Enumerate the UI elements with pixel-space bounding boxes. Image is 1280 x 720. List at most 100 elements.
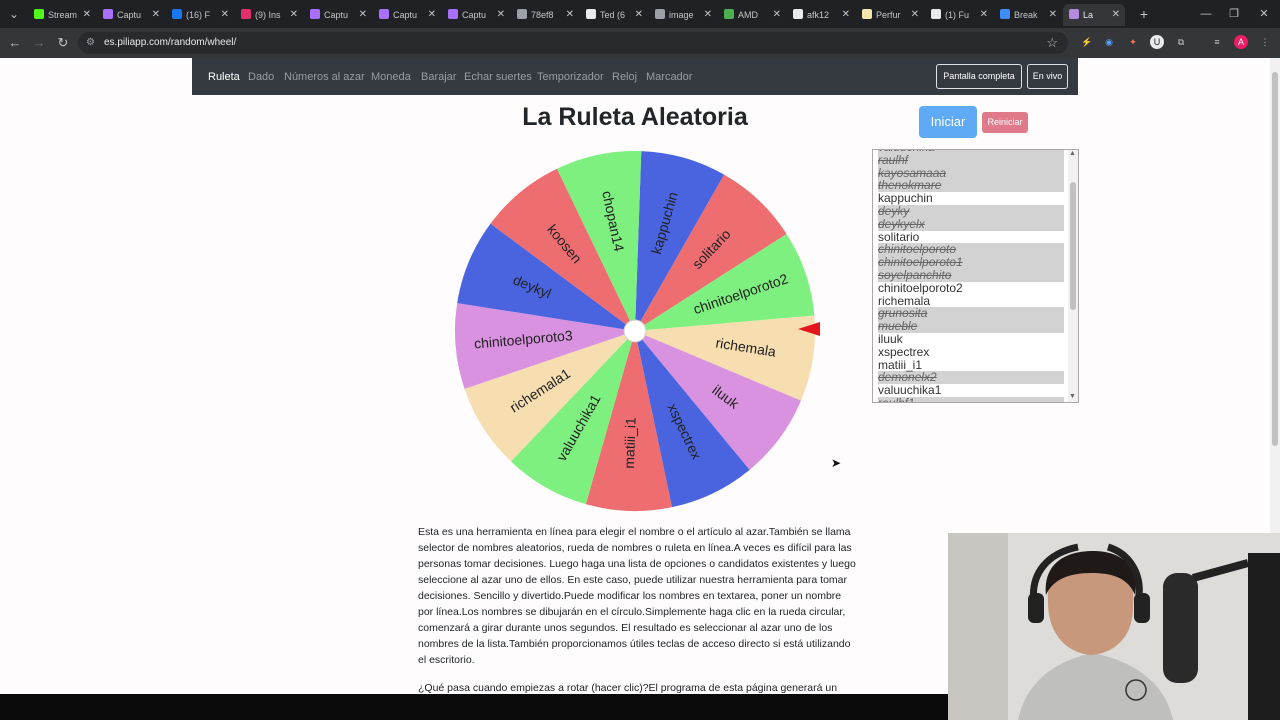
scroll-up-icon[interactable]: ▲ — [1069, 150, 1076, 157]
live-button[interactable]: En vivo — [1027, 64, 1068, 89]
browser-tab[interactable]: Ted (6 ✕ — [580, 4, 648, 26]
nav-link-moneda[interactable]: Moneda — [371, 70, 411, 84]
tab-close-icon[interactable]: ✕ — [773, 4, 781, 26]
browser-tab[interactable]: Stream ✕ — [28, 4, 96, 26]
nav-link-echar-suertes[interactable]: Echar suertes — [464, 70, 532, 84]
extension-icon[interactable]: ⚡ — [1080, 35, 1094, 49]
tab-close-icon[interactable]: ✕ — [152, 4, 160, 26]
browser-tab[interactable]: image ✕ — [649, 4, 717, 26]
tab-title: (9) Ins — [255, 10, 281, 20]
profile-avatar[interactable]: A — [1234, 35, 1248, 49]
scroll-down-icon[interactable]: ▼ — [1069, 393, 1076, 400]
reset-button[interactable]: Reiniciar — [982, 112, 1028, 133]
tab-close-icon[interactable]: ✕ — [428, 4, 436, 26]
name-text: deykyelx — [878, 216, 925, 231]
reading-list-icon[interactable]: ≡ — [1210, 35, 1224, 49]
tab-favicon-icon — [103, 9, 113, 19]
bookmark-star-icon[interactable]: ☆ — [1046, 35, 1058, 51]
tab-close-icon[interactable]: ✕ — [842, 4, 850, 26]
extension-icon[interactable]: ✦ — [1126, 35, 1140, 49]
browser-tab[interactable]: Break ✕ — [994, 4, 1062, 26]
tab-close-icon[interactable]: ✕ — [83, 4, 91, 26]
minimize-icon[interactable]: — — [1194, 4, 1218, 24]
tab-title: Perfur — [876, 10, 901, 20]
site-info-icon[interactable]: ⚙ — [86, 36, 100, 50]
tab-close-icon[interactable]: ✕ — [1049, 4, 1057, 26]
name-line: xspectrex — [873, 345, 1068, 359]
address-bar[interactable]: ⚙ es.piliapp.com/random/wheel/ ☆ — [78, 32, 1068, 54]
nav-link-numeros[interactable]: Números al azar — [284, 70, 365, 84]
fullscreen-button[interactable]: Pantalla completa — [936, 64, 1022, 89]
start-button[interactable]: Iniciar — [919, 106, 977, 138]
browser-tab[interactable]: Perfur ✕ — [856, 4, 924, 26]
tab-favicon-icon — [931, 9, 941, 19]
description-paragraph: Esta es una herramienta en línea para el… — [418, 526, 856, 666]
wheel-hub — [623, 319, 647, 343]
roulette-wheel[interactable]: kappuchin solitariochinitoelporoto2richem… — [450, 146, 820, 516]
nav-link-temporizador[interactable]: Temporizador — [537, 70, 604, 84]
tab-favicon-icon — [310, 9, 320, 19]
tab-title: Stream — [48, 10, 78, 20]
browser-tab[interactable]: afk12 ✕ — [787, 4, 855, 26]
tab-search-icon[interactable]: ⌄ — [4, 4, 24, 24]
description-paragraph-2: ¿Qué pasa cuando empiezas a rotar (hacer… — [418, 682, 838, 694]
forward-icon[interactable]: → — [30, 34, 48, 52]
nav-link-dado[interactable]: Dado — [248, 70, 274, 84]
browser-tab[interactable]: La ✕ — [1063, 4, 1125, 26]
browser-tab[interactable]: (16) F ✕ — [166, 4, 234, 26]
browser-tab[interactable]: 78ef8 ✕ — [511, 4, 579, 26]
tab-title: AMD — [738, 10, 758, 20]
tab-close-icon[interactable]: ✕ — [359, 4, 367, 26]
tab-title: afk12 — [807, 10, 830, 20]
tab-close-icon[interactable]: ✕ — [290, 4, 298, 26]
tab-close-icon[interactable]: ✕ — [221, 4, 229, 26]
tab-close-icon[interactable]: ✕ — [635, 4, 643, 26]
tab-favicon-icon — [655, 9, 665, 19]
tab-favicon-icon — [172, 9, 182, 19]
new-tab-button[interactable]: + — [1136, 4, 1152, 24]
tab-favicon-icon — [379, 9, 389, 19]
ublock-icon[interactable]: U — [1150, 35, 1164, 49]
tab-close-icon[interactable]: ✕ — [497, 4, 505, 26]
browser-tab[interactable]: (1) Fu ✕ — [925, 4, 993, 26]
taskbar — [0, 694, 948, 720]
tab-title: Break — [1014, 10, 1038, 20]
close-window-icon[interactable]: ✕ — [1252, 4, 1276, 24]
tab-title: 78ef8 — [531, 10, 554, 20]
nav-link-barajar[interactable]: Barajar — [421, 70, 456, 84]
names-scrollbar[interactable]: ▲ ▼ — [1068, 150, 1078, 402]
browser-tab[interactable]: Captu ✕ — [442, 4, 510, 26]
tab-close-icon[interactable]: ✕ — [980, 4, 988, 26]
name-text: soyelpanchito — [878, 267, 952, 282]
tab-favicon-icon — [1069, 9, 1079, 19]
name-line: raulhf — [873, 153, 1068, 167]
browser-tab[interactable]: AMD ✕ — [718, 4, 786, 26]
nav-link-reloj[interactable]: Reloj — [612, 70, 637, 84]
tab-title: Captu — [117, 10, 142, 20]
name-text: deyky — [878, 203, 910, 218]
tab-favicon-icon — [517, 9, 527, 19]
reload-icon[interactable]: ↻ — [54, 34, 72, 52]
browser-tab[interactable]: Captu ✕ — [373, 4, 441, 26]
tab-close-icon[interactable]: ✕ — [1112, 4, 1120, 26]
tab-close-icon[interactable]: ✕ — [704, 4, 712, 26]
name-line: raulhf1 — [873, 397, 1068, 402]
menu-kebab-icon[interactable]: ⋮ — [1258, 35, 1272, 49]
tab-close-icon[interactable]: ✕ — [911, 4, 919, 26]
webcam-overlay — [948, 533, 1280, 720]
tab-favicon-icon — [34, 9, 44, 19]
names-textarea[interactable]: valuuchikaraulhfkayosamaaathenokmarekapp… — [872, 149, 1079, 403]
extension-icon[interactable]: ◉ — [1102, 35, 1116, 49]
nav-link-ruleta[interactable]: Ruleta — [208, 70, 240, 84]
extensions-puzzle-icon[interactable]: ⧉ — [1174, 35, 1188, 49]
name-line: soyelpanchito — [873, 269, 1068, 282]
browser-tab[interactable]: (9) Ins ✕ — [235, 4, 303, 26]
tab-close-icon[interactable]: ✕ — [566, 4, 574, 26]
maximize-icon[interactable]: ❐ — [1222, 4, 1246, 24]
name-line: deyky — [873, 205, 1068, 218]
site-navbar: Ruleta Dado Números al azar Moneda Baraj… — [192, 58, 1078, 95]
back-icon[interactable]: ← — [6, 34, 24, 52]
browser-tab[interactable]: Captu ✕ — [97, 4, 165, 26]
browser-tab[interactable]: Captu ✕ — [304, 4, 372, 26]
nav-link-marcador[interactable]: Marcador — [646, 70, 692, 84]
